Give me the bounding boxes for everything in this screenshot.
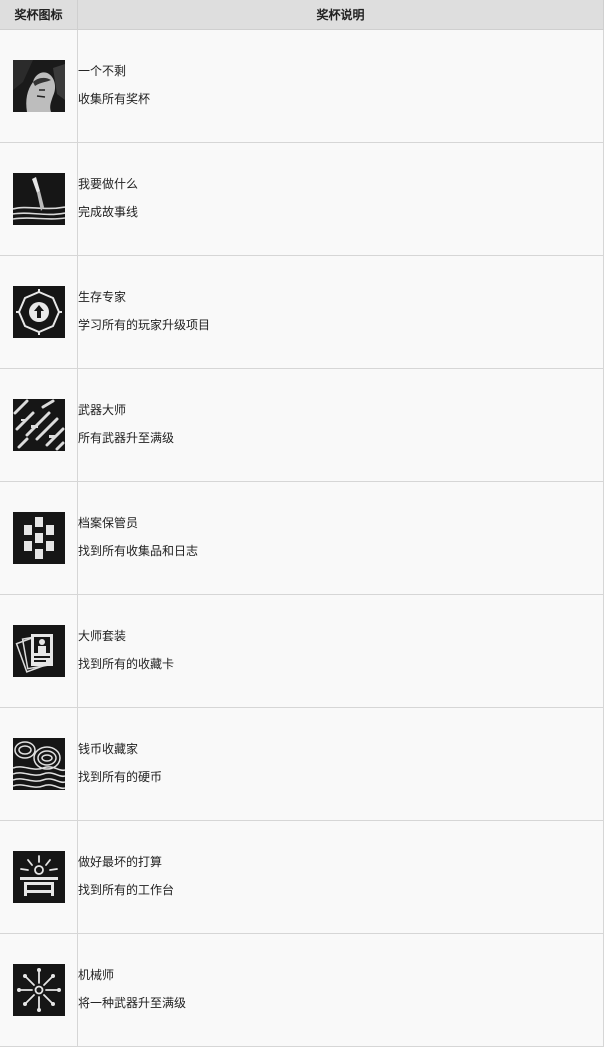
workbench-icon — [12, 851, 65, 903]
column-header-desc: 奖杯说明 — [77, 0, 604, 30]
trophy-description: 将一种武器升至满级 — [78, 996, 187, 1010]
cards-icon — [12, 625, 65, 677]
trophy-name: 做好最坏的打算 — [78, 855, 163, 869]
column-header-icon: 奖杯图标 — [0, 0, 78, 30]
trophy-name: 武器大师 — [78, 403, 127, 417]
trophy-description: 找到所有收集品和日志 — [78, 544, 199, 558]
trophy-name: 生存专家 — [78, 290, 127, 304]
trophy-name: 钱币收藏家 — [78, 742, 139, 756]
table-row: 武器大师 所有武器升至满级 — [0, 368, 604, 482]
trophy-name: 机械师 — [78, 968, 115, 982]
table-header-row: 奖杯图标 奖杯说明 — [0, 0, 604, 30]
documents-icon — [12, 512, 65, 564]
trophy-name: 一个不剩 — [78, 64, 127, 78]
table-row: 档案保管员 找到所有收集品和日志 — [0, 481, 604, 595]
upgrade-gear-icon — [12, 286, 65, 338]
portrait-icon — [12, 60, 65, 112]
table-row: 钱币收藏家 找到所有的硬币 — [0, 707, 604, 821]
trophy-description: 找到所有的工作台 — [78, 883, 175, 897]
table-row: 我要做什么 完成故事线 — [0, 142, 604, 256]
trophy-table: 奖杯图标 奖杯说明 一个不剩 收集所有奖杯 我要做什么 完成故事线 生存专家 学… — [0, 0, 604, 1047]
table-row: 大师套装 找到所有的收藏卡 — [0, 594, 604, 708]
table-row: 生存专家 学习所有的玩家升级项目 — [0, 255, 604, 369]
trophy-description: 找到所有的硬币 — [78, 770, 163, 784]
table-row: 机械师 将一种武器升至满级 — [0, 933, 604, 1047]
table-row: 做好最坏的打算 找到所有的工作台 — [0, 820, 604, 934]
weapons-icon — [12, 399, 65, 451]
trophy-name: 大师套装 — [78, 629, 127, 643]
trophy-name: 档案保管员 — [78, 516, 139, 530]
tools-icon — [12, 964, 65, 1016]
trophy-description: 完成故事线 — [78, 205, 139, 219]
coins-icon — [12, 738, 65, 790]
trophy-description: 找到所有的收藏卡 — [78, 657, 175, 671]
trophy-name: 我要做什么 — [78, 177, 139, 191]
knife-icon — [12, 173, 65, 225]
table-row: 一个不剩 收集所有奖杯 — [0, 29, 604, 143]
trophy-description: 学习所有的玩家升级项目 — [78, 318, 211, 332]
trophy-description: 所有武器升至满级 — [78, 431, 175, 445]
trophy-description: 收集所有奖杯 — [78, 92, 151, 106]
